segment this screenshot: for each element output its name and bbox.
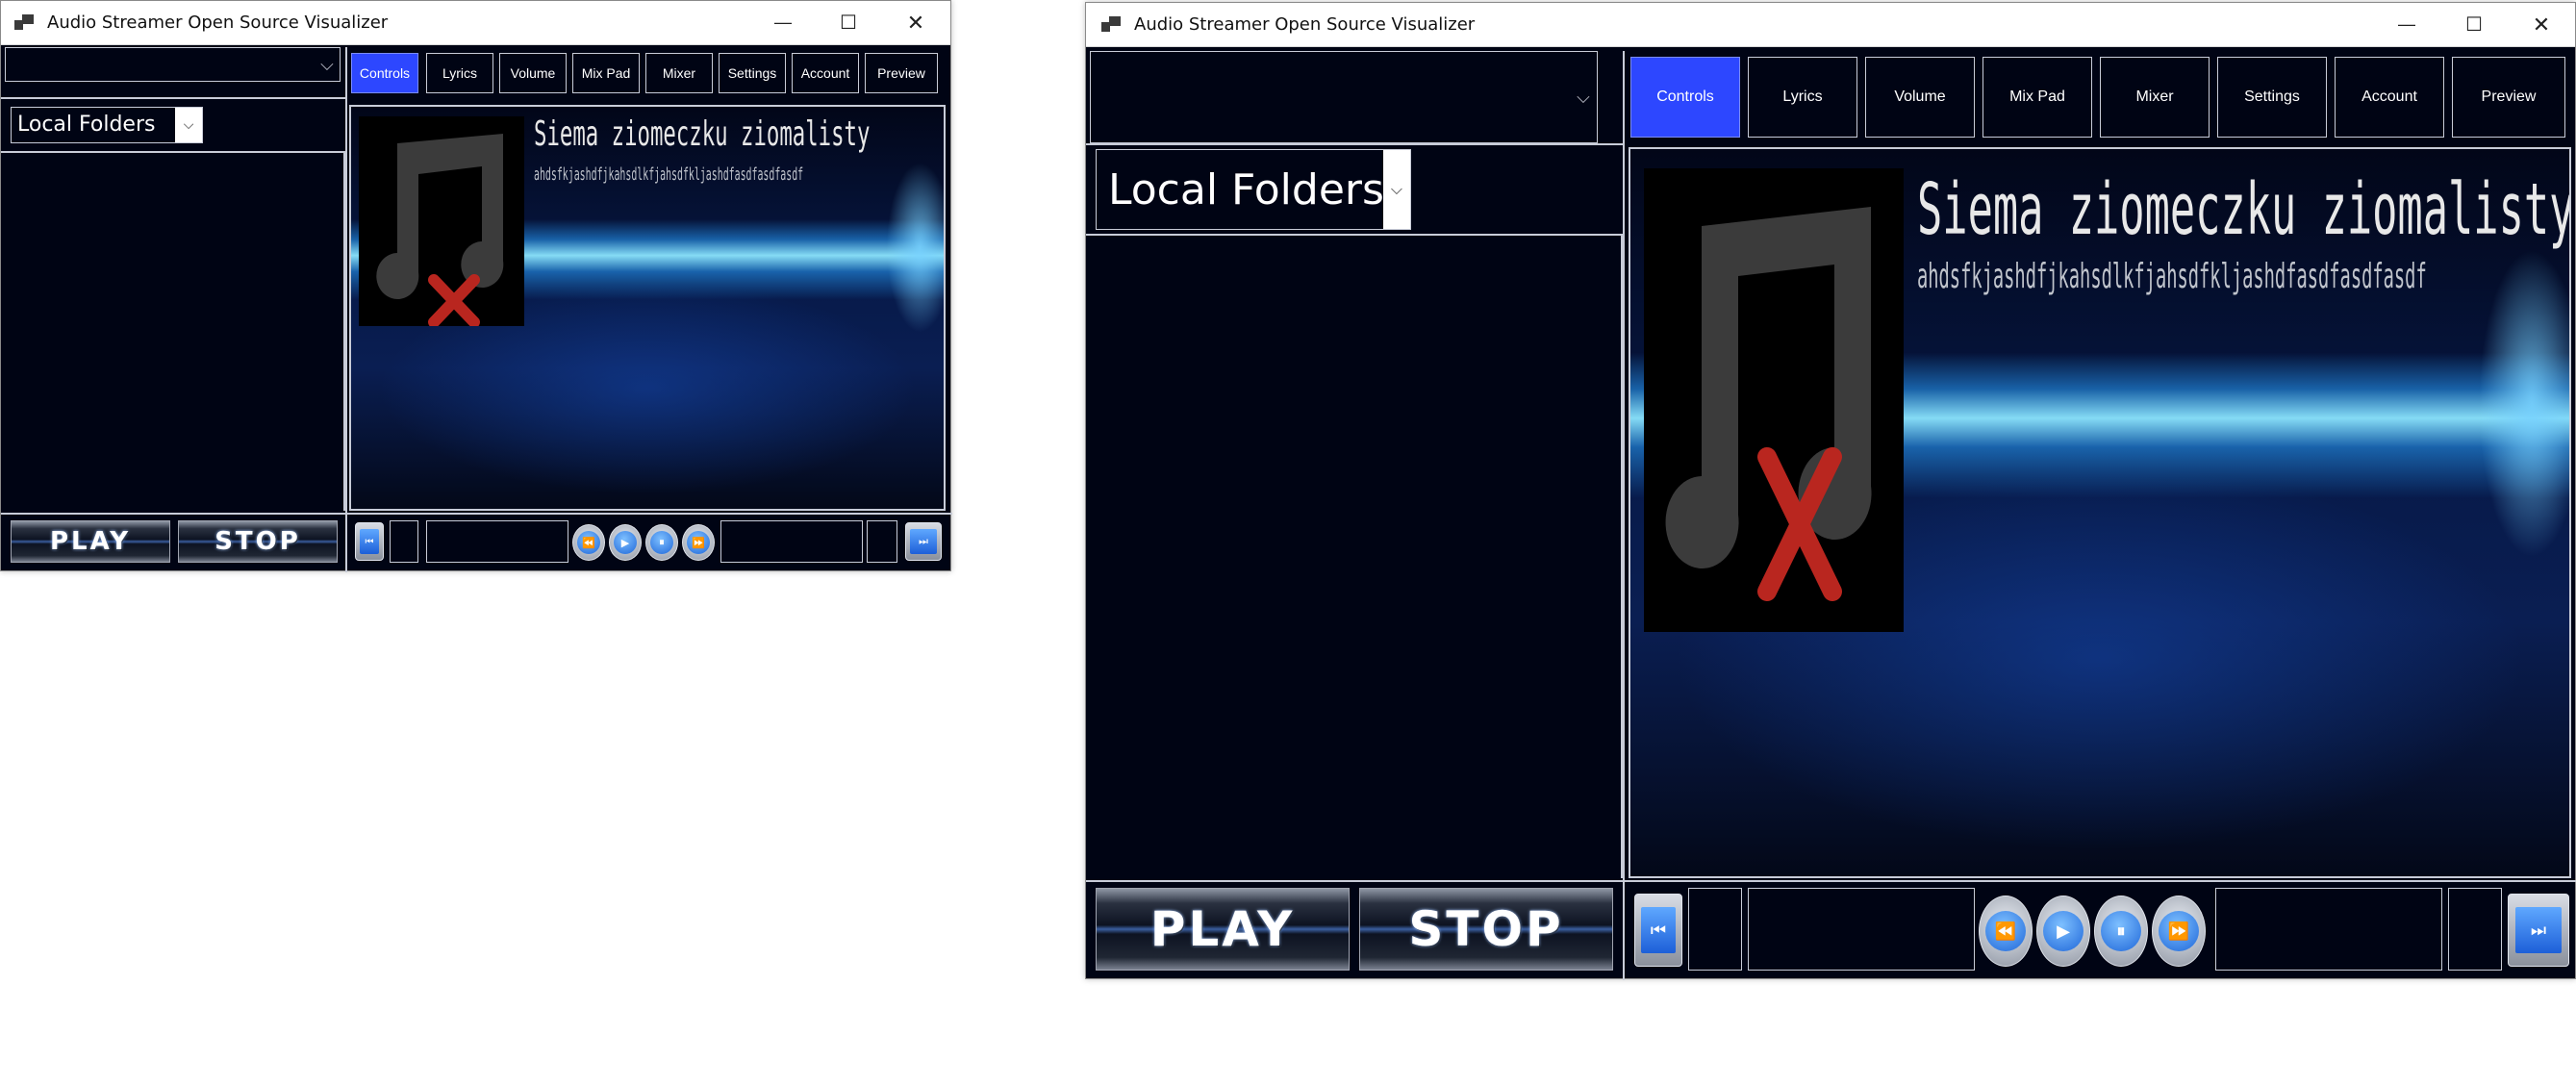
- tab-lyrics[interactable]: Lyrics: [426, 53, 493, 93]
- folder-list[interactable]: [1088, 236, 1623, 878]
- play-icon[interactable]: ▶: [2036, 896, 2090, 967]
- visualizer-window-large: Audio Streamer Open Source Visualizer — …: [1085, 2, 2576, 980]
- album-art: [359, 116, 524, 326]
- elapsed-time-box: [426, 520, 568, 563]
- stop-button[interactable]: STOP: [178, 520, 338, 563]
- tab-controls[interactable]: Controls: [1630, 57, 1740, 138]
- title-bar[interactable]: Audio Streamer Open Source Visualizer — …: [1, 1, 950, 45]
- minimize-button[interactable]: —: [2385, 3, 2429, 46]
- close-button[interactable]: ✕: [894, 1, 938, 44]
- divider: [1086, 143, 1623, 145]
- divider: [345, 47, 347, 572]
- visualizer-display: Siema ziomeczku ziomalisty ahdsfkjashdfj…: [349, 105, 946, 511]
- elapsed-time-box: [1748, 888, 1975, 971]
- track-number-box: [390, 520, 418, 563]
- divider: [1623, 51, 1625, 980]
- track-title: Siema ziomeczku ziomalisty: [1917, 168, 2571, 251]
- tab-mix-pad[interactable]: Mix Pad: [1983, 57, 2092, 138]
- skip-forward-icon[interactable]: ⏭: [2508, 894, 2569, 967]
- missing-music-icon: [1665, 207, 1872, 601]
- maximize-button[interactable]: ☐: [826, 1, 871, 44]
- source-select[interactable]: ⌵: [1090, 51, 1598, 143]
- info-box: [867, 520, 897, 563]
- tab-account[interactable]: Account: [2335, 57, 2444, 138]
- tab-volume[interactable]: Volume: [1865, 57, 1975, 138]
- track-subtitle: ahdsfkjashdfjkahsdlkfjahsdfkljashdfasdfa…: [534, 164, 804, 185]
- minimize-button[interactable]: —: [761, 1, 805, 44]
- play-button[interactable]: PLAY: [11, 520, 170, 563]
- visualizer-display: Siema ziomeczku ziomalisty ahdsfkjashdfj…: [1629, 147, 2571, 878]
- play-button[interactable]: PLAY: [1096, 888, 1350, 971]
- tab-preview[interactable]: Preview: [865, 53, 938, 93]
- skip-forward-icon[interactable]: ⏭: [905, 522, 942, 561]
- tab-mixer[interactable]: Mixer: [2100, 57, 2210, 138]
- pause-icon[interactable]: ⏸: [2094, 896, 2148, 967]
- stop-button[interactable]: STOP: [1359, 888, 1613, 971]
- play-icon[interactable]: ▶: [609, 524, 642, 561]
- folder-select-value: Local Folders: [17, 113, 156, 137]
- skip-back-icon[interactable]: ⏮: [355, 522, 384, 561]
- chevron-down-icon[interactable]: ⌵: [1570, 52, 1597, 142]
- folder-list[interactable]: [3, 153, 345, 511]
- album-art: [1644, 168, 1904, 632]
- rewind-icon[interactable]: ⏪: [1979, 896, 2033, 967]
- track-number-box: [1688, 888, 1742, 971]
- tab-preview[interactable]: Preview: [2452, 57, 2565, 138]
- fast-forward-icon[interactable]: ⏩: [682, 524, 715, 561]
- tab-settings[interactable]: Settings: [2217, 57, 2327, 138]
- total-time-box: [2215, 888, 2442, 971]
- divider: [1086, 880, 2576, 882]
- tab-lyrics[interactable]: Lyrics: [1748, 57, 1857, 138]
- folder-select[interactable]: Local Folders ⌵: [11, 107, 203, 143]
- app-icon: [14, 13, 36, 32]
- app-icon: [1101, 15, 1123, 34]
- total-time-box: [720, 520, 863, 563]
- skip-back-icon[interactable]: ⏮: [1634, 894, 1682, 967]
- tab-mixer[interactable]: Mixer: [645, 53, 713, 93]
- pause-icon[interactable]: ⏸: [645, 524, 678, 561]
- rewind-icon[interactable]: ⏪: [572, 524, 605, 561]
- maximize-button[interactable]: ☐: [2452, 3, 2496, 46]
- source-select[interactable]: ⌵: [5, 47, 341, 82]
- divider: [1, 513, 952, 515]
- folder-select[interactable]: Local Folders ⌵: [1096, 149, 1411, 230]
- fast-forward-icon[interactable]: ⏩: [2152, 896, 2206, 967]
- tab-mix-pad[interactable]: Mix Pad: [572, 53, 640, 93]
- close-button[interactable]: ✕: [2519, 3, 2563, 46]
- folder-select-value: Local Folders: [1108, 165, 1384, 214]
- track-title: Siema ziomeczku ziomalisty: [534, 114, 871, 154]
- chevron-down-icon[interactable]: ⌵: [1383, 150, 1410, 229]
- tab-controls[interactable]: Controls: [351, 53, 418, 93]
- chevron-down-icon[interactable]: ⌵: [315, 48, 340, 81]
- tab-account[interactable]: Account: [792, 53, 859, 93]
- chevron-down-icon[interactable]: ⌵: [175, 108, 202, 142]
- tab-volume[interactable]: Volume: [499, 53, 567, 93]
- info-box: [2448, 888, 2502, 971]
- tab-settings[interactable]: Settings: [719, 53, 786, 93]
- missing-music-icon: [376, 134, 504, 326]
- title-bar[interactable]: Audio Streamer Open Source Visualizer — …: [1086, 3, 2575, 47]
- track-subtitle: ahdsfkjashdfjkahsdlkfjahsdfkljashdfasdfa…: [1917, 257, 2427, 296]
- visualizer-window-small: Audio Streamer Open Source Visualizer — …: [0, 0, 952, 572]
- window-title: Audio Streamer Open Source Visualizer: [1134, 14, 1476, 35]
- window-title: Audio Streamer Open Source Visualizer: [47, 13, 389, 33]
- divider: [1, 97, 345, 99]
